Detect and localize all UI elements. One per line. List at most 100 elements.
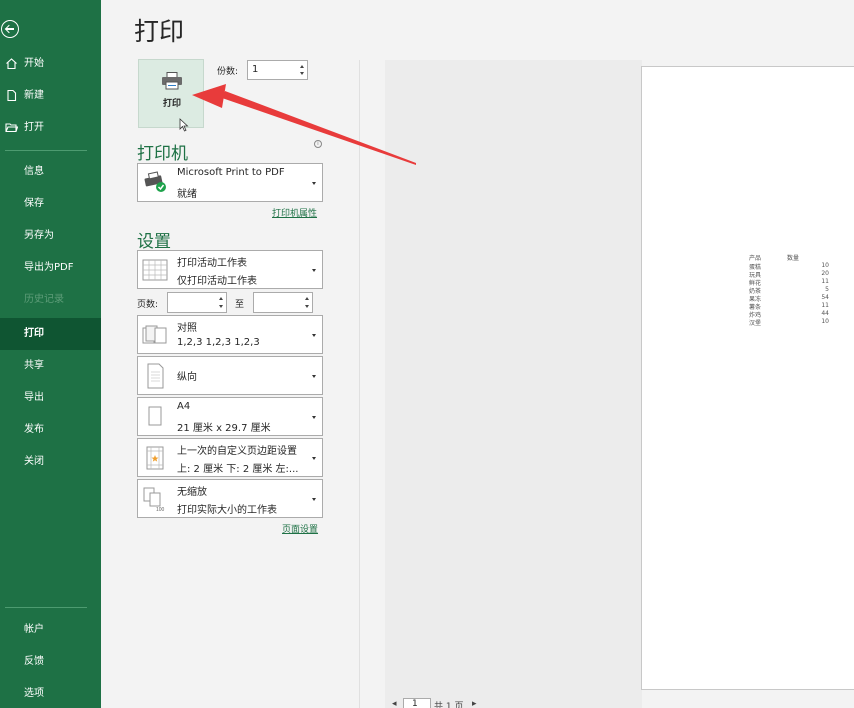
spin-up-icon[interactable] <box>300 65 304 68</box>
nav-export-label: 导出 <box>24 392 44 403</box>
nav-home-label: 开始 <box>24 58 44 69</box>
nav-history: 历史记录 <box>0 284 101 316</box>
chevron-down-icon <box>312 333 316 337</box>
nav-export-pdf[interactable]: 导出为PDF <box>0 252 101 284</box>
panel-divider <box>359 60 360 708</box>
nav-open-label: 打开 <box>24 122 44 133</box>
printer-select[interactable]: Microsoft Print to PDF 就绪 <box>137 163 323 202</box>
svg-text:100: 100 <box>156 507 165 512</box>
orientation-line1: 纵向 <box>177 372 197 383</box>
nav-feedback-label: 反馈 <box>24 656 44 667</box>
nav-share-label: 共享 <box>24 360 44 371</box>
nav-save-label: 保存 <box>24 198 44 209</box>
print-button[interactable]: 打印 <box>138 59 204 132</box>
nav-close[interactable]: 关闭 <box>0 446 101 478</box>
preview-row-qty: 11 <box>821 302 829 309</box>
pages-from-input[interactable] <box>167 292 227 313</box>
home-icon <box>6 58 17 70</box>
nav-print[interactable]: 打印 <box>0 318 101 350</box>
printer-section-title: 打印机 <box>137 144 188 164</box>
printer-properties-link[interactable]: 打印机属性 <box>272 206 317 219</box>
collate-line2: 1,2,3 1,2,3 1,2,3 <box>177 337 260 348</box>
scaling-line1: 无缩放 <box>177 487 207 498</box>
info-icon[interactable]: i <box>314 140 322 148</box>
nav-new[interactable]: 新建 <box>0 80 101 112</box>
next-page-button[interactable]: ▸ <box>472 699 477 708</box>
nav-print-label: 打印 <box>24 328 44 339</box>
scaling-select[interactable]: 100 无缩放 打印实际大小的工作表 <box>137 479 323 518</box>
preview-row-qty: 54 <box>821 294 829 301</box>
margins-line2: 上: 2 厘米 下: 2 厘米 左:... <box>177 464 299 475</box>
nav-export[interactable]: 导出 <box>0 382 101 414</box>
preview-row-qty: 5 <box>825 286 829 293</box>
copies-label: 份数: <box>217 67 239 77</box>
nav-new-label: 新建 <box>24 90 44 101</box>
backstage-sidebar: 开始 新建 打开 信息 保存 另存为 导出为PDF 历史记录 打印 共享 导出 … <box>0 0 101 708</box>
no-scaling-icon: 100 <box>143 487 165 512</box>
nav-share[interactable]: 共享 <box>0 350 101 382</box>
page-number-value: 1 <box>412 699 418 708</box>
orientation-select[interactable]: 纵向 <box>137 356 323 395</box>
back-arrow-icon[interactable] <box>1 20 19 38</box>
folder-open-icon <box>5 123 18 133</box>
printer-ready-icon <box>144 171 166 192</box>
nav-home[interactable]: 开始 <box>0 48 101 80</box>
prev-page-button[interactable]: ◂ <box>392 699 397 708</box>
nav-export-pdf-label: 导出为PDF <box>24 262 74 273</box>
printer-status: 就绪 <box>177 189 197 200</box>
collate-select[interactable]: 对照 1,2,3 1,2,3 1,2,3 <box>137 315 323 354</box>
preview-row-qty: 44 <box>821 310 829 317</box>
collate-line1: 对照 <box>177 323 197 334</box>
paper-line1: A4 <box>177 401 191 412</box>
mouse-cursor-icon <box>179 118 189 132</box>
chevron-down-icon <box>312 497 316 501</box>
preview-row-qty: 10 <box>821 262 829 269</box>
pages-to-input[interactable] <box>253 292 313 313</box>
margins-line1: 上一次的自定义页边距设置 <box>177 446 297 457</box>
preview-row-name: 汉堡 <box>749 320 762 327</box>
copies-stepper[interactable]: 1 <box>247 60 308 80</box>
paper-size-select[interactable]: A4 21 厘米 x 29.7 厘米 <box>137 397 323 436</box>
collate-icon <box>142 325 167 344</box>
preview-header-product: 产品 <box>749 255 762 262</box>
spin-up-icon[interactable] <box>219 297 223 300</box>
nav-info[interactable]: 信息 <box>0 156 101 188</box>
nav-open[interactable]: 打开 <box>0 112 101 144</box>
settings-section-title: 设置 <box>137 232 171 252</box>
copies-value: 1 <box>252 64 259 75</box>
nav-publish[interactable]: 发布 <box>0 414 101 446</box>
nav-account[interactable]: 帐户 <box>0 614 101 646</box>
page-number-input[interactable]: 1 <box>403 698 431 708</box>
preview-row-qty: 10 <box>821 318 829 325</box>
page-total: 共 1 页 <box>434 702 464 708</box>
preview-area <box>385 60 642 708</box>
nav-save[interactable]: 保存 <box>0 188 101 220</box>
nav-options-label: 选项 <box>24 688 44 699</box>
nav-history-label: 历史记录 <box>24 294 64 305</box>
page-setup-link[interactable]: 页面设置 <box>282 522 318 535</box>
preview-row-qty: 20 <box>821 270 829 277</box>
portrait-icon <box>147 363 164 389</box>
spin-down-icon[interactable] <box>300 72 304 75</box>
pages-label: 页数: <box>137 300 159 310</box>
scaling-line2: 打印实际大小的工作表 <box>177 505 277 516</box>
nav-options[interactable]: 选项 <box>0 678 101 708</box>
chevron-down-icon <box>312 268 316 272</box>
paper-line2: 21 厘米 x 29.7 厘米 <box>177 423 271 434</box>
nav-save-as[interactable]: 另存为 <box>0 220 101 252</box>
print-what-select[interactable]: 打印活动工作表 仅打印活动工作表 <box>137 250 323 289</box>
preview-header-qty: 数量 <box>787 255 800 262</box>
page-title: 打印 <box>134 17 185 46</box>
margins-select[interactable]: 上一次的自定义页边距设置 上: 2 厘米 下: 2 厘米 左:... <box>137 438 323 477</box>
spin-down-icon[interactable] <box>219 305 223 308</box>
spin-down-icon[interactable] <box>305 305 309 308</box>
nav-feedback[interactable]: 反馈 <box>0 646 101 678</box>
worksheet-icon <box>142 259 168 281</box>
sidebar-divider <box>5 150 87 151</box>
margins-icon <box>146 446 164 470</box>
print-preview-page: 产品 数量 蛋糕 10 玩具 20 鲜花 11 奶茶 5 果冻 54 薯条 11 炸鸡 44 … <box>641 66 854 690</box>
pages-to-label: 至 <box>235 300 245 310</box>
printer-name: Microsoft Print to PDF <box>177 167 285 178</box>
printer-icon <box>162 72 182 90</box>
spin-up-icon[interactable] <box>305 297 309 300</box>
